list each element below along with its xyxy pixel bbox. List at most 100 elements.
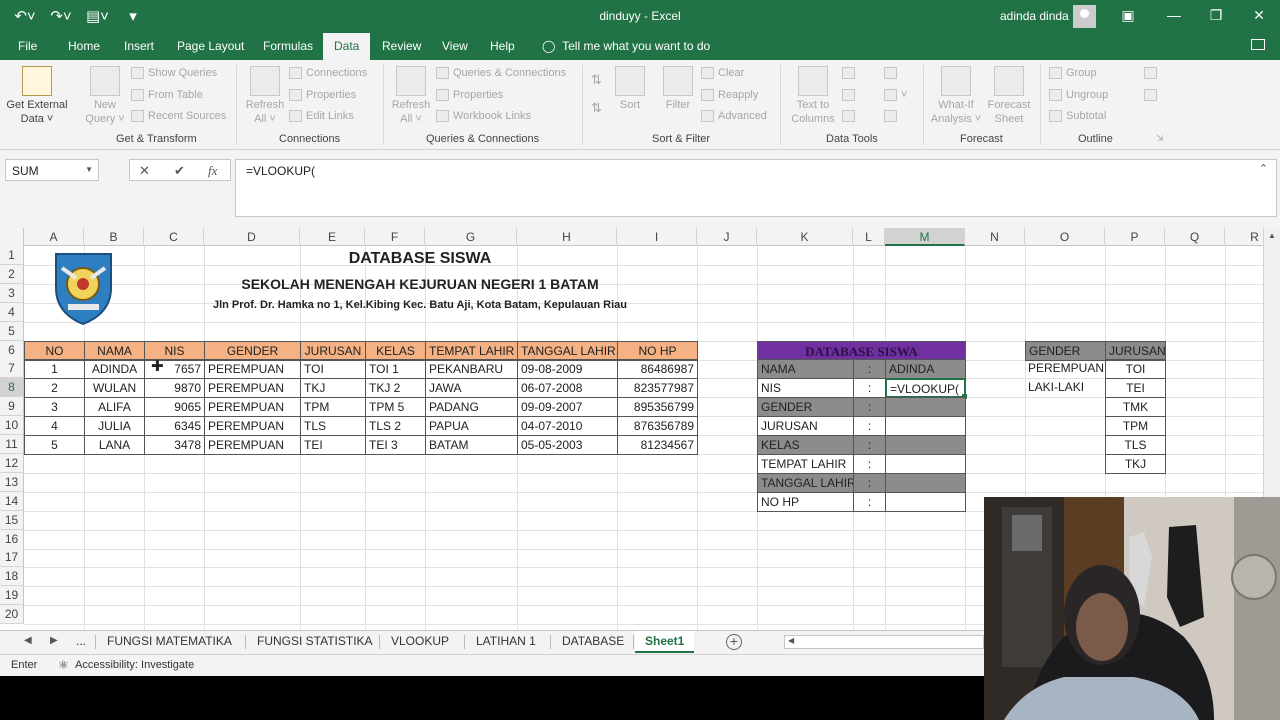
table-cell[interactable]: 06-07-2008 — [517, 378, 618, 399]
column-header-J[interactable]: J — [697, 228, 757, 246]
sheet-tab-vlookup[interactable]: VLOOKUP — [381, 631, 459, 653]
tab-formulas[interactable]: Formulas — [263, 39, 313, 53]
ref-jurusan-cell[interactable]: TKJ — [1105, 453, 1166, 474]
tab-page-layout[interactable]: Page Layout — [177, 39, 244, 53]
lookup-colon[interactable]: : — [853, 453, 886, 474]
table-cell[interactable]: JAWA — [425, 378, 518, 399]
table-cell[interactable]: PEREMPUAN — [204, 435, 301, 455]
recent-sources-button[interactable]: Recent Sources — [131, 110, 226, 122]
table-cell[interactable]: 6345 — [144, 416, 205, 437]
reapply-button[interactable]: Reapply — [701, 89, 758, 101]
column-header-A[interactable]: A — [24, 228, 84, 246]
table-cell[interactable]: WULAN — [84, 378, 145, 399]
tab-file[interactable]: File — [18, 39, 37, 53]
lookup-value[interactable] — [885, 453, 966, 474]
minimize-icon[interactable]: — — [1164, 7, 1184, 23]
lookup-label[interactable]: NAMA — [757, 359, 854, 380]
table-header-cell[interactable]: KELAS — [365, 340, 426, 361]
table-cell[interactable]: 86486987 — [617, 359, 698, 380]
table-cell[interactable]: TEI 3 — [365, 435, 426, 455]
collapse-formula-bar-icon[interactable]: ⌃ — [1259, 162, 1268, 175]
table-cell[interactable]: ALIFA — [84, 397, 145, 418]
accessibility-status[interactable]: Accessibility: Investigate — [75, 659, 194, 671]
row-header-4[interactable]: 4 — [0, 302, 24, 322]
ref-jurusan-cell[interactable]: TOI — [1105, 359, 1166, 380]
vertical-scrollbar[interactable]: ▲ — [1263, 228, 1280, 498]
from-table-button[interactable]: From Table — [131, 89, 203, 101]
tab-view[interactable]: View — [442, 39, 468, 53]
hide-detail-icon[interactable] — [1144, 89, 1157, 101]
filter-button[interactable]: Filter — [660, 66, 696, 112]
chevron-down-icon[interactable]: ▼ — [85, 165, 93, 174]
table-cell[interactable]: PEREMPUAN — [204, 378, 301, 399]
column-header-F[interactable]: F — [365, 228, 425, 246]
ref-jurusan-cell[interactable]: TMK — [1105, 397, 1166, 418]
tab-help[interactable]: Help — [490, 39, 515, 53]
formula-input[interactable]: =VLOOKUP(⌃ — [235, 159, 1277, 217]
tab-insert[interactable]: Insert — [124, 39, 154, 53]
table-cell[interactable]: 3 — [24, 397, 85, 418]
horizontal-scrollbar[interactable]: ◀ — [784, 635, 984, 649]
ref-jurusan-cell[interactable]: TPM — [1105, 416, 1166, 437]
table-cell[interactable]: TLS — [300, 416, 366, 437]
scroll-up-icon[interactable]: ▲ — [1268, 231, 1276, 240]
group-button[interactable]: Group — [1049, 67, 1097, 79]
tell-me-search[interactable]: ◯ Tell me what you want to do — [542, 39, 710, 53]
clear-button[interactable]: Clear — [701, 67, 744, 79]
row-header-16[interactable]: 16 — [0, 529, 24, 549]
refresh-all-button-2[interactable]: Refresh All ˅ — [389, 66, 433, 126]
ref-gender-cell[interactable]: LAKI-LAKI — [1025, 378, 1106, 398]
table-cell[interactable]: 81234567 — [617, 435, 698, 455]
table-header-cell[interactable]: NO HP — [617, 340, 698, 361]
row-header-11[interactable]: 11 — [0, 435, 24, 454]
ref-jurusan-cell[interactable]: TEI — [1105, 378, 1166, 399]
lookup-colon[interactable]: : — [853, 435, 886, 455]
row-header-8[interactable]: 8 — [0, 378, 24, 398]
row-header-14[interactable]: 14 — [0, 491, 24, 511]
row-header-20[interactable]: 20 — [0, 605, 24, 625]
new-query-button[interactable]: New Query ˅ — [84, 66, 126, 126]
edit-links-button[interactable]: Edit Links — [289, 110, 354, 122]
lookup-value[interactable] — [885, 416, 966, 437]
sheet-tab-database[interactable]: DATABASE — [552, 631, 634, 653]
sort-az-icon[interactable]: ⇅ — [591, 72, 602, 88]
forecast-sheet-button[interactable]: Forecast Sheet — [984, 66, 1034, 126]
ungroup-button[interactable]: Ungroup — [1049, 89, 1108, 101]
sheet-tab-more[interactable]: ... — [66, 631, 96, 653]
insert-function-icon[interactable]: fx — [208, 163, 217, 179]
comments-icon[interactable] — [1251, 39, 1265, 50]
table-cell[interactable]: PEREMPUAN — [204, 359, 301, 380]
lookup-label[interactable]: TANGGAL LAHIR — [757, 472, 854, 493]
column-header-N[interactable]: N — [965, 228, 1025, 246]
close-icon[interactable]: ✕ — [1249, 7, 1269, 24]
lookup-colon[interactable]: : — [853, 378, 886, 399]
enter-icon[interactable]: ✔ — [174, 163, 185, 179]
lookup-label[interactable]: GENDER — [757, 397, 854, 418]
row-header-5[interactable]: 5 — [0, 321, 24, 341]
lookup-title[interactable]: DATABASE SISWA — [757, 340, 966, 361]
table-header-cell[interactable]: NO — [24, 340, 85, 361]
lookup-colon[interactable]: : — [853, 472, 886, 493]
row-header-2[interactable]: 2 — [0, 264, 24, 284]
sheet-tab-sheet1[interactable]: Sheet1 — [635, 631, 695, 653]
lookup-value[interactable] — [885, 472, 966, 493]
sort-za-icon[interactable]: ⇅ — [591, 100, 602, 116]
table-cell[interactable]: LANA — [84, 435, 145, 455]
sort-button[interactable]: Sort — [613, 66, 647, 112]
table-cell[interactable]: 1 — [24, 359, 85, 380]
sheet-tab-fungsi-statistika[interactable]: FUNGSI STATISTIKA — [247, 631, 383, 653]
table-cell[interactable]: 09-08-2009 — [517, 359, 618, 380]
ref-header-jurusan[interactable]: JURUSAN — [1105, 340, 1166, 361]
tab-home[interactable]: Home — [68, 39, 100, 53]
row-header-7[interactable]: 7 — [0, 359, 24, 379]
table-cell[interactable]: 3478 — [144, 435, 205, 455]
table-cell[interactable]: TEI — [300, 435, 366, 455]
table-header-cell[interactable]: NAMA — [84, 340, 145, 361]
ref-gender-cell[interactable]: PEREMPUAN — [1025, 359, 1106, 379]
user-name[interactable]: adinda dinda — [1000, 9, 1069, 23]
lookup-label[interactable]: KELAS — [757, 435, 854, 455]
row-header-3[interactable]: 3 — [0, 283, 24, 303]
restore-icon[interactable]: ❐ — [1206, 7, 1226, 24]
lookup-label[interactable]: NO HP — [757, 491, 854, 512]
row-header-12[interactable]: 12 — [0, 453, 24, 473]
